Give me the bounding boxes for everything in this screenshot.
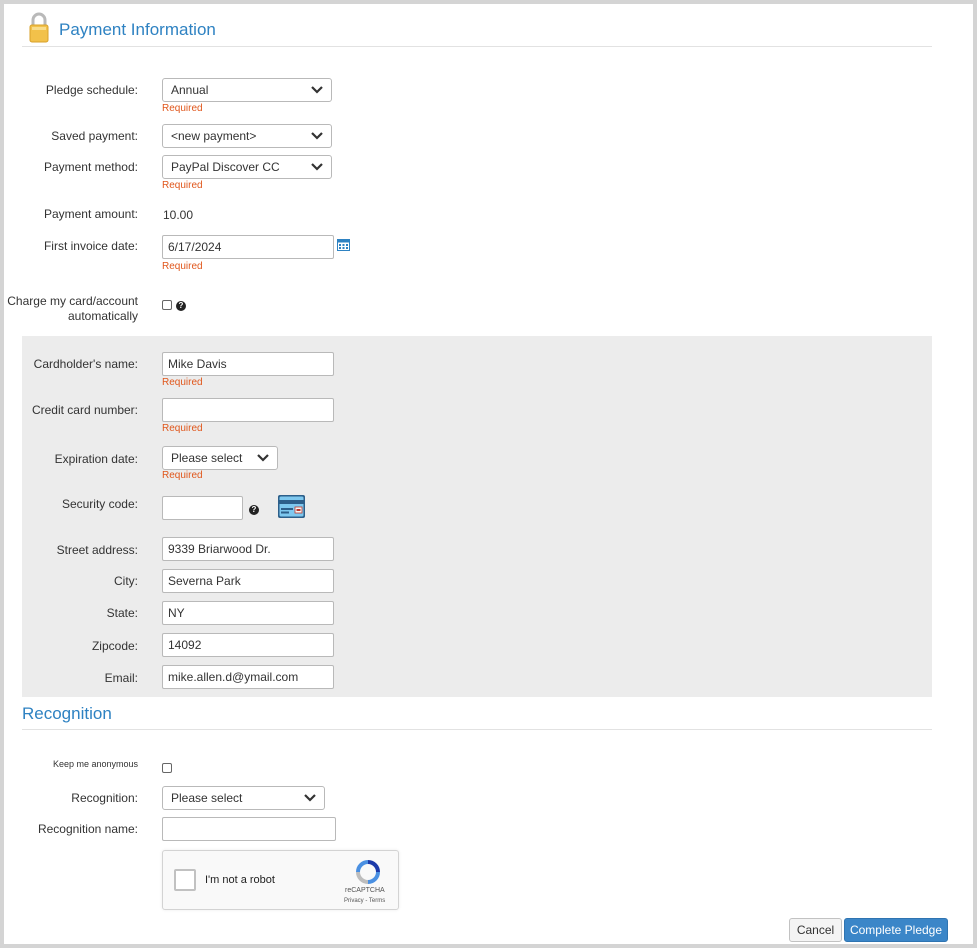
street-address-input[interactable] [162, 537, 334, 561]
recognition-label: Recognition: [71, 791, 138, 805]
charge-automatically-label: Charge my card/account automatically [7, 294, 138, 323]
security-code-input[interactable] [162, 496, 243, 520]
first-invoice-date-required: Required [162, 261, 203, 272]
recognition-value: Please select [171, 791, 243, 805]
payment-section-title: Payment Information [59, 20, 216, 39]
saved-payment-select[interactable]: <new payment> [162, 124, 332, 148]
recognition-select[interactable]: Please select [162, 786, 325, 810]
complete-pledge-button[interactable]: Complete Pledge [844, 918, 948, 942]
payment-method-label: Payment method: [43, 160, 138, 174]
recognition-name-input[interactable] [162, 817, 336, 841]
recognition-divider [22, 729, 932, 730]
chevron-down-icon [311, 132, 323, 140]
first-invoice-date-input[interactable] [162, 235, 334, 259]
anonymous-checkbox[interactable] [162, 763, 172, 773]
expiration-date-label: Expiration date: [54, 452, 138, 466]
cardholder-name-required: Required [162, 377, 203, 388]
anonymous-label: Keep me anonymous [52, 759, 138, 769]
help-icon[interactable]: ? [249, 505, 259, 515]
zipcode-input[interactable] [162, 633, 334, 657]
first-invoice-date-label: First invoice date: [43, 239, 138, 253]
cardholder-name-label: Cardholder's name: [33, 357, 138, 371]
pledge-schedule-label: Pledge schedule: [45, 83, 138, 97]
card-number-required: Required [162, 423, 203, 434]
recognition-section-title: Recognition [22, 704, 112, 723]
chevron-down-icon [311, 86, 323, 94]
expiration-date-value: Please select [171, 451, 243, 465]
card-number-input[interactable] [162, 398, 334, 422]
recaptcha-text: I'm not a robot [205, 874, 275, 886]
saved-payment-label: Saved payment: [51, 129, 138, 143]
payment-amount-label: Payment amount: [43, 207, 138, 221]
security-code-label: Security code: [61, 497, 138, 511]
charge-automatically-checkbox[interactable] [162, 300, 172, 310]
payment-method-value: PayPal Discover CC [171, 160, 280, 174]
payment-method-select[interactable]: PayPal Discover CC [162, 155, 332, 179]
calendar-icon[interactable] [337, 238, 350, 251]
pledge-schedule-select[interactable]: Annual [162, 78, 332, 102]
page-frame: Payment Information Pledge schedule: Ann… [0, 0, 977, 948]
payment-divider [22, 46, 932, 47]
lock-icon [28, 11, 50, 43]
email-input[interactable] [162, 665, 334, 689]
saved-payment-value: <new payment> [171, 129, 257, 143]
zipcode-label: Zipcode: [91, 639, 138, 653]
expiration-date-required: Required [162, 470, 203, 481]
expiration-date-select[interactable]: Please select [162, 446, 278, 470]
card-number-label: Credit card number: [31, 403, 138, 417]
chevron-down-icon [304, 794, 316, 802]
help-icon[interactable]: ? [176, 301, 186, 311]
cardholder-name-input[interactable] [162, 352, 334, 376]
email-label: Email: [104, 671, 138, 685]
recaptcha-brand: reCAPTCHA [345, 887, 385, 894]
city-label: City: [114, 574, 138, 588]
chevron-down-icon [311, 163, 323, 171]
payment-method-required: Required [162, 180, 203, 191]
city-input[interactable] [162, 569, 334, 593]
chevron-down-icon [257, 454, 269, 462]
recaptcha-checkbox[interactable] [174, 869, 196, 891]
street-address-label: Street address: [56, 543, 138, 557]
pledge-schedule-required: Required [162, 103, 203, 114]
recaptcha-terms[interactable]: Privacy - Terms [344, 898, 385, 904]
recaptcha-icon [355, 859, 381, 885]
credit-card-icon [277, 492, 306, 521]
cancel-button[interactable]: Cancel [789, 918, 842, 942]
recognition-name-label: Recognition name: [37, 822, 138, 836]
state-label: State: [106, 606, 138, 620]
card-details-panel [22, 336, 932, 697]
recaptcha-widget: I'm not a robot reCAPTCHA Privacy - Term… [162, 850, 399, 910]
payment-amount-value: 10.00 [163, 208, 194, 222]
state-input[interactable] [162, 601, 334, 625]
pledge-schedule-value: Annual [171, 83, 209, 97]
